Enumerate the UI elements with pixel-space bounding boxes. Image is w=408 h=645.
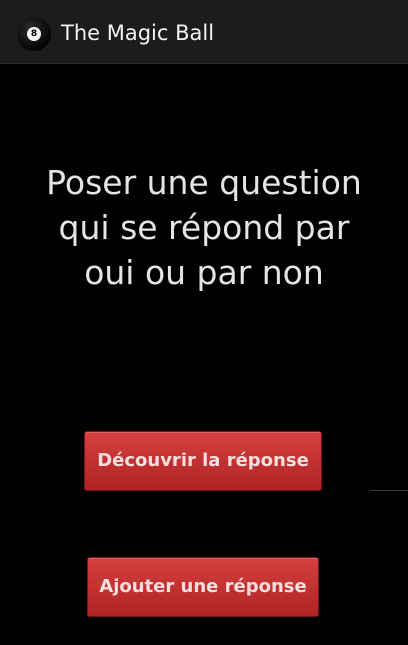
divider [370, 490, 408, 491]
app-screen: 8 The Magic Ball Poser une question qui … [0, 0, 408, 645]
app-title: The Magic Ball [61, 21, 215, 45]
eight-ball-number: 8 [27, 27, 41, 41]
question-prompt: Poser une question qui se répond par oui… [46, 163, 362, 292]
action-bar: 8 The Magic Ball [0, 0, 408, 64]
discover-answer-button[interactable]: Découvrir la réponse [84, 431, 322, 491]
add-answer-button[interactable]: Ajouter une réponse [87, 557, 319, 617]
eight-ball-icon[interactable]: 8 [17, 17, 51, 51]
